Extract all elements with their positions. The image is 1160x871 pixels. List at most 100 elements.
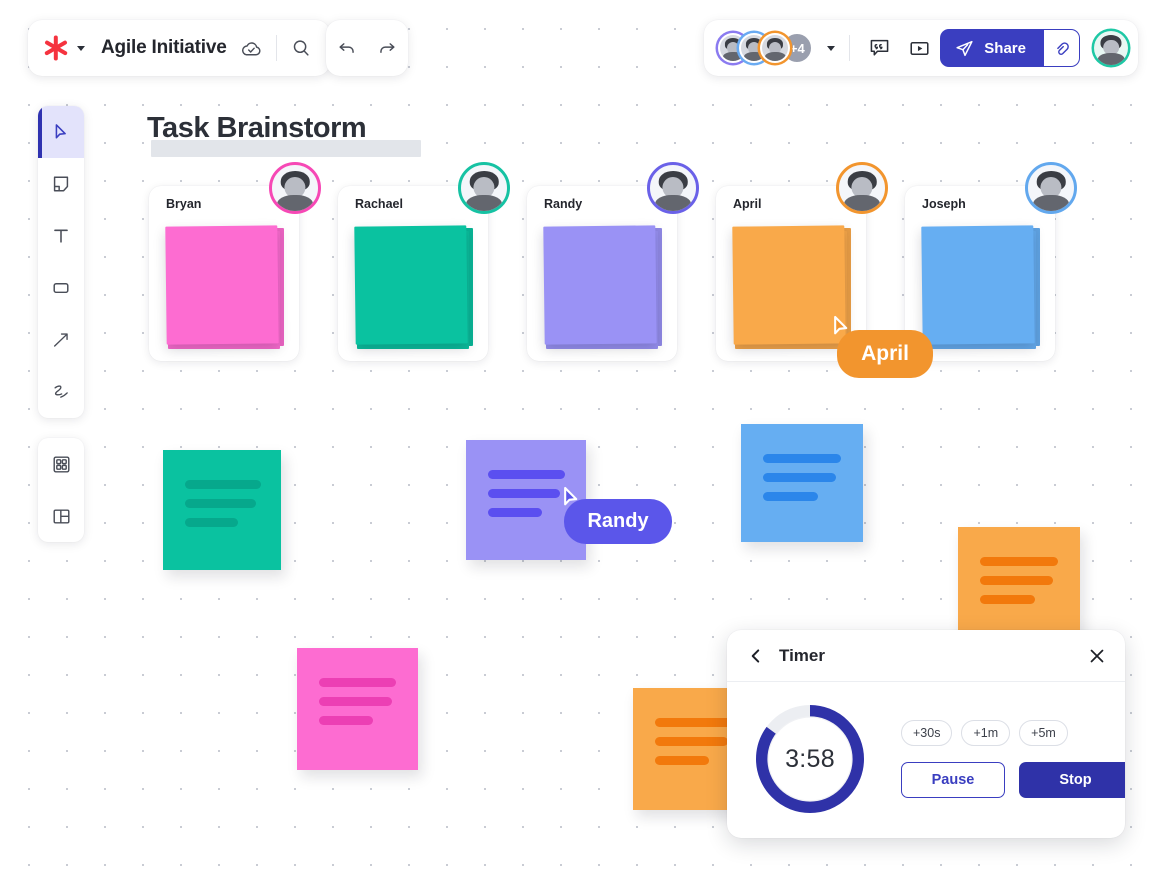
- avatar-face: [650, 165, 696, 211]
- note-text-line: [980, 557, 1059, 566]
- tool-frames[interactable]: [38, 490, 84, 542]
- column-avatar-joseph[interactable]: [1025, 162, 1077, 214]
- note-blue[interactable]: [741, 424, 863, 542]
- note-teal[interactable]: [163, 450, 281, 570]
- person-column-rachael[interactable]: Rachael: [338, 162, 510, 361]
- timer-quick-add-chips: +30s +1m +5m: [901, 720, 1125, 746]
- toolbar-divider: [275, 35, 277, 61]
- person-column-joseph[interactable]: Joseph: [905, 162, 1077, 361]
- column-note-stack[interactable]: [354, 224, 473, 349]
- note-text-line: [488, 508, 542, 517]
- note-text-line: [185, 518, 239, 527]
- quick-add-plus-1m[interactable]: +1m: [961, 720, 1011, 746]
- document-title[interactable]: Agile Initiative: [101, 37, 227, 59]
- share-button-group: Share: [940, 29, 1080, 67]
- timer-controls: +30s +1m +5m Pause Stop: [901, 720, 1125, 798]
- document-toolbar: Agile Initiative: [28, 20, 330, 76]
- tool-text[interactable]: [38, 210, 84, 262]
- stacked-note-front: [543, 225, 657, 345]
- column-avatar-bryan[interactable]: [269, 162, 321, 214]
- caret-down-icon[interactable]: [77, 45, 85, 51]
- column-avatar-rachael[interactable]: [458, 162, 510, 214]
- timer-action-buttons: Pause Stop: [901, 762, 1125, 798]
- avatar-face: [1094, 31, 1128, 65]
- column-note-stack[interactable]: [921, 224, 1040, 349]
- note-text-line: [185, 480, 261, 489]
- tool-widgets[interactable]: [38, 438, 84, 490]
- history-toolbar: [326, 20, 408, 76]
- note-text-line: [185, 499, 256, 508]
- timer-header: Timer: [727, 630, 1125, 682]
- pause-button[interactable]: Pause: [901, 762, 1005, 798]
- avatar-face: [1028, 165, 1074, 211]
- tool-pen[interactable]: [38, 366, 84, 418]
- person-column-bryan[interactable]: Bryan: [149, 162, 321, 361]
- tool-line[interactable]: [38, 314, 84, 366]
- copy-link-button[interactable]: [1044, 29, 1080, 67]
- column-person-name: Bryan: [166, 197, 202, 211]
- collaborator-avatar-3[interactable]: [760, 33, 791, 63]
- tool-sticky-note[interactable]: [38, 158, 84, 210]
- note-text-line: [319, 697, 392, 706]
- current-user-avatar[interactable]: [1094, 31, 1128, 65]
- timer-panel: Timer 3:58 +30s +1m +5m Pause Stop: [727, 630, 1125, 838]
- link-chain-icon: [1052, 39, 1071, 58]
- asterisk-logo-icon[interactable]: [44, 35, 68, 61]
- avatar-face: [272, 165, 318, 211]
- redo-arrow-icon[interactable]: [372, 33, 402, 63]
- chevron-left-icon[interactable]: [745, 645, 767, 667]
- board-title-container: Task Brainstorm: [147, 112, 421, 157]
- column-person-name: Joseph: [922, 197, 966, 211]
- person-column-randy[interactable]: Randy: [527, 162, 699, 361]
- tool-select[interactable]: [38, 106, 84, 158]
- note-text-line: [763, 492, 818, 501]
- search-icon[interactable]: [286, 33, 316, 63]
- share-button-label: Share: [984, 39, 1026, 57]
- undo-arrow-icon[interactable]: [332, 33, 362, 63]
- note-text-line: [488, 470, 565, 479]
- note-text-line: [763, 454, 842, 463]
- avatar-face: [839, 165, 885, 211]
- collab-divider: [849, 35, 851, 61]
- timer-remaining: 3:58: [785, 744, 835, 773]
- quick-add-plus-5m[interactable]: +5m: [1019, 720, 1068, 746]
- stacked-note-front: [165, 225, 279, 345]
- board-title[interactable]: Task Brainstorm: [147, 112, 367, 145]
- timer-body: 3:58 +30s +1m +5m Pause Stop: [727, 682, 1125, 820]
- timer-title: Timer: [779, 645, 825, 665]
- play-frame-icon[interactable]: [904, 33, 934, 63]
- column-avatar-april[interactable]: [836, 162, 888, 214]
- note-text-line: [980, 576, 1054, 585]
- avatar-face: [762, 35, 788, 61]
- close-x-icon[interactable]: [1085, 644, 1109, 668]
- tool-rail-primary: [38, 106, 84, 418]
- note-text-line: [655, 718, 733, 727]
- stop-button[interactable]: Stop: [1019, 762, 1125, 798]
- comment-quote-icon[interactable]: [864, 33, 894, 63]
- avatar-face: [461, 165, 507, 211]
- collaborator-avatars[interactable]: [718, 33, 791, 63]
- collaborators-caret-down-icon[interactable]: [827, 45, 836, 51]
- note-text-line: [763, 473, 837, 482]
- share-button[interactable]: Share: [940, 29, 1044, 67]
- note-text-line: [319, 678, 397, 687]
- cursor-arrow-icon: [827, 312, 855, 345]
- note-text-line: [980, 595, 1035, 604]
- column-person-name: Randy: [544, 197, 583, 211]
- column-note-stack[interactable]: [543, 224, 662, 349]
- stacked-note-front: [354, 225, 468, 345]
- column-avatar-randy[interactable]: [647, 162, 699, 214]
- quick-add-plus-30s[interactable]: +30s: [901, 720, 953, 746]
- tool-shape[interactable]: [38, 262, 84, 314]
- note-text-line: [319, 716, 374, 725]
- note-pink[interactable]: [297, 648, 418, 770]
- cloud-check-icon[interactable]: [237, 33, 267, 63]
- timer-dial: 3:58: [749, 698, 871, 820]
- collaboration-toolbar: +4 Share: [704, 20, 1138, 76]
- note-text-line: [655, 756, 710, 765]
- column-note-stack[interactable]: [165, 224, 284, 349]
- column-person-name: Rachael: [355, 197, 403, 211]
- note-orange-r[interactable]: [958, 527, 1080, 647]
- column-person-name: April: [733, 197, 762, 211]
- stacked-note-front: [921, 225, 1035, 345]
